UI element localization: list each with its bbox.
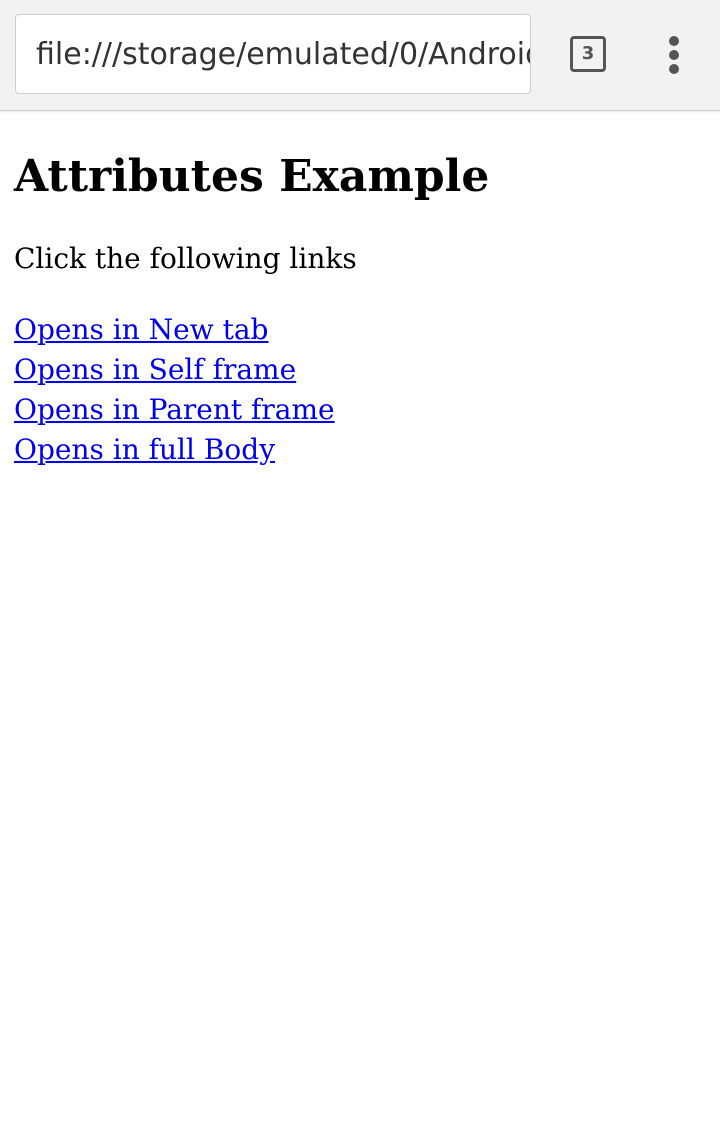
- link-parent-frame[interactable]: Opens in Parent frame: [14, 390, 706, 430]
- link-list: Opens in New tab Opens in Self frame Ope…: [14, 310, 706, 470]
- tab-count: 3: [581, 43, 595, 64]
- tab-switcher-button[interactable]: 3: [570, 36, 606, 72]
- page-title: Attributes Example: [14, 151, 490, 202]
- link-full-body[interactable]: Opens in full Body: [14, 430, 706, 470]
- more-vertical-icon: [669, 50, 679, 60]
- browser-toolbar: file:///storage/emulated/0/Android/data/…: [0, 0, 720, 111]
- menu-button[interactable]: [654, 30, 694, 80]
- page-content: Attributes Example Click the following l…: [14, 140, 706, 470]
- link-self-frame[interactable]: Opens in Self frame: [14, 350, 706, 390]
- intro-text: Click the following links: [14, 242, 357, 275]
- more-vertical-icon: [669, 64, 679, 74]
- link-new-tab[interactable]: Opens in New tab: [14, 310, 706, 350]
- more-vertical-icon: [669, 36, 679, 46]
- url-text[interactable]: file:///storage/emulated/0/Android/data/…: [36, 35, 530, 75]
- address-bar[interactable]: file:///storage/emulated/0/Android/data/…: [15, 14, 531, 94]
